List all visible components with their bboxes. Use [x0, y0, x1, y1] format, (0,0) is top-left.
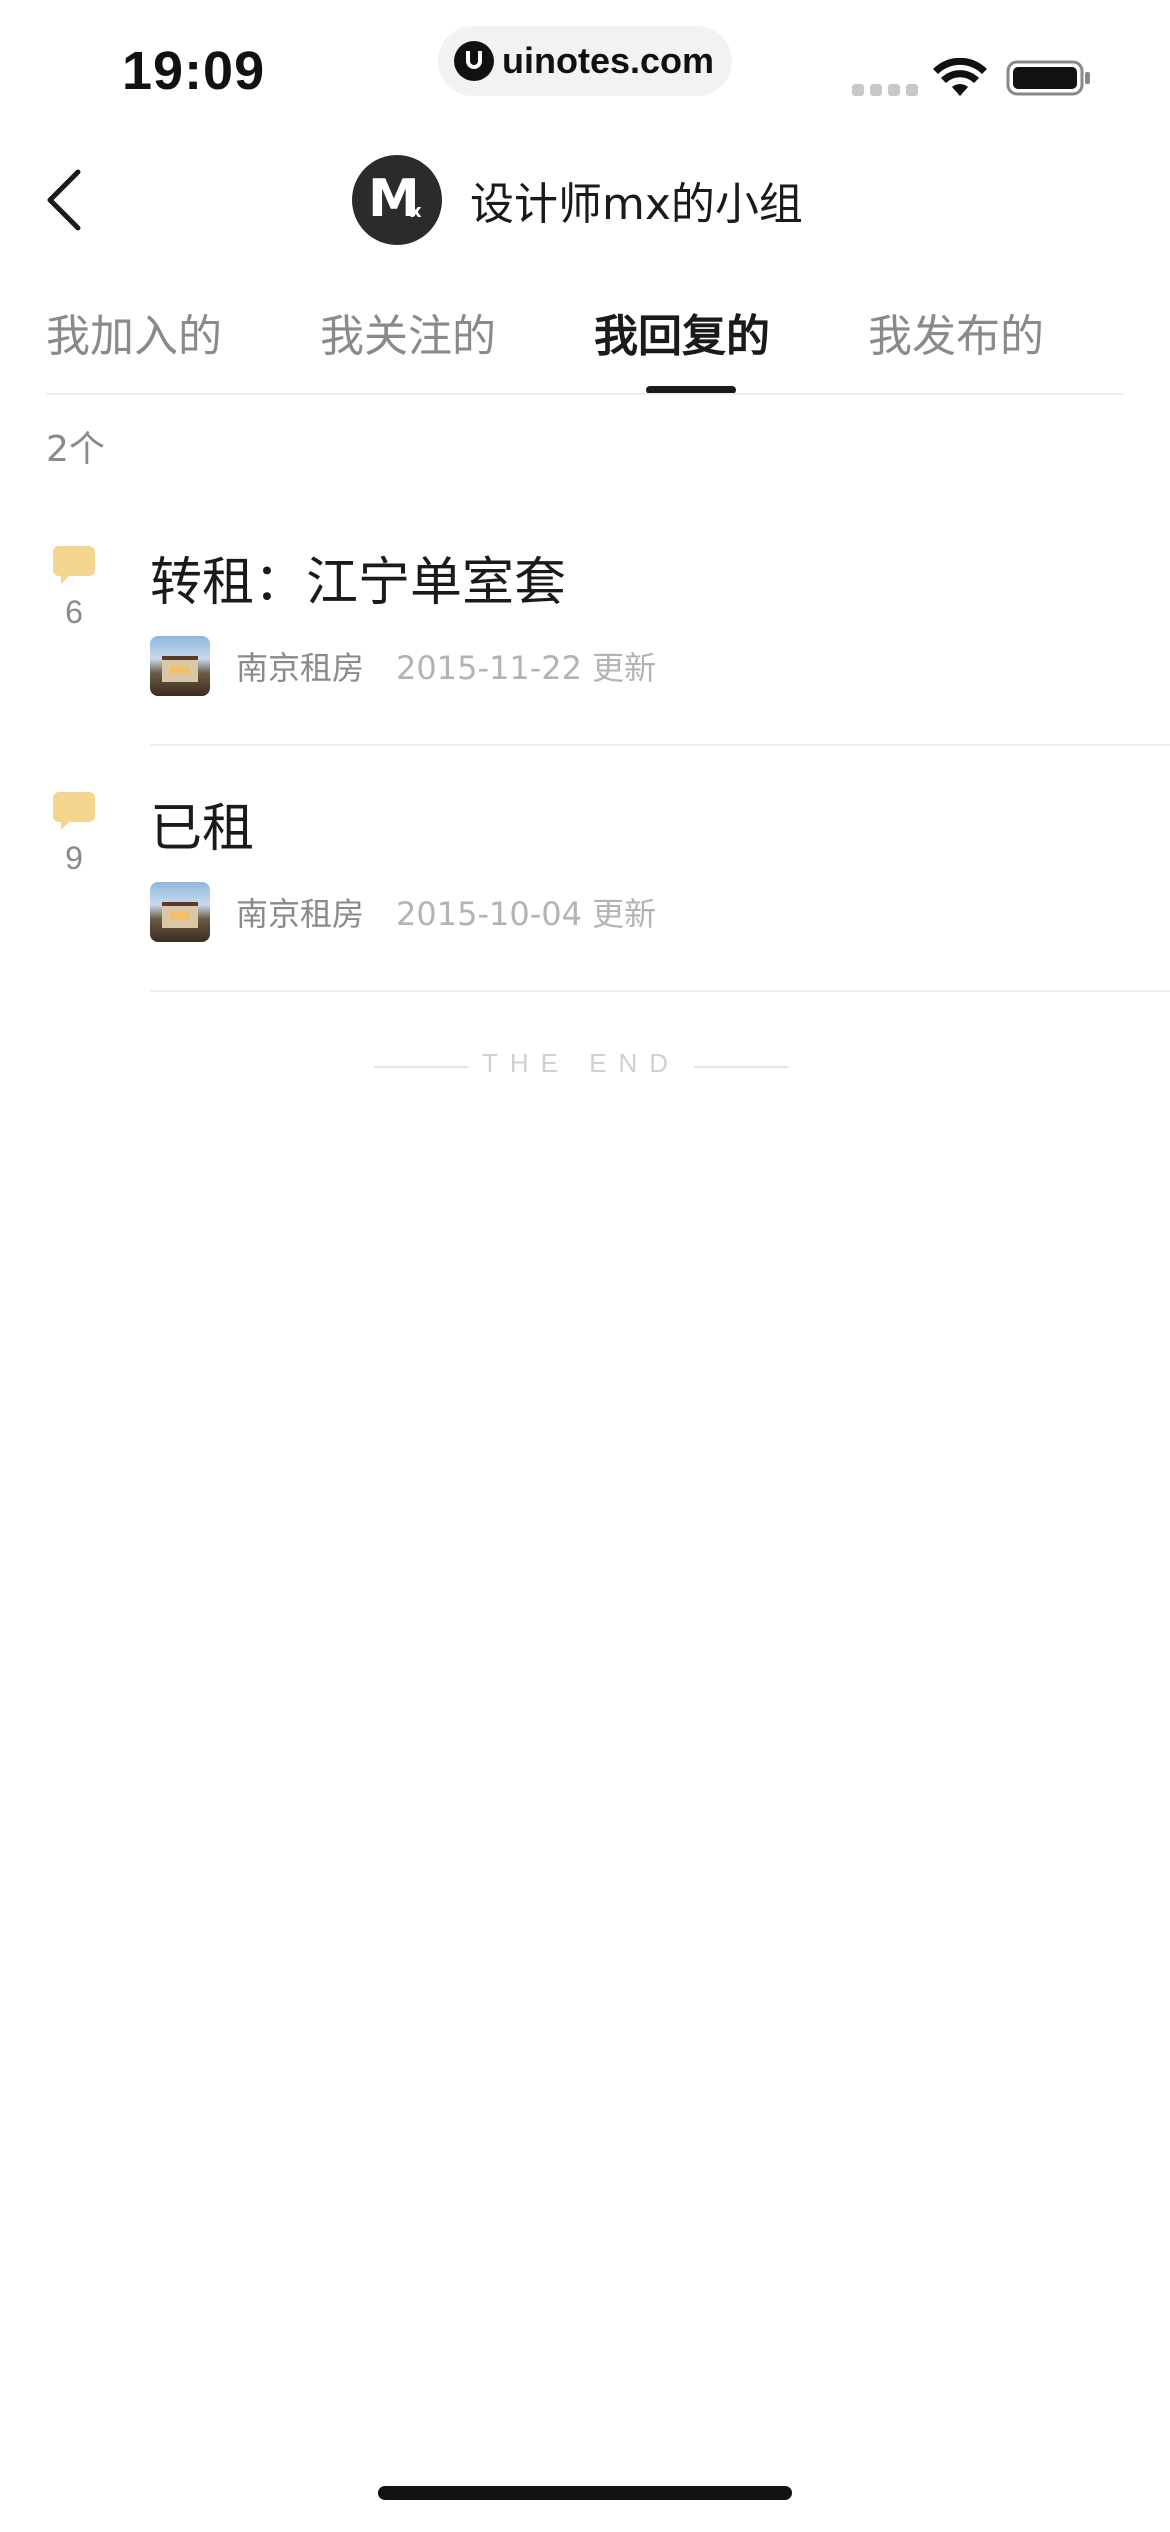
- topic-meta: 南京租房 2015-10-04 更新: [150, 882, 656, 942]
- comment-count: 9: [65, 840, 83, 876]
- comment-count: 6: [65, 594, 83, 630]
- battery-icon: [1006, 60, 1090, 96]
- url-pill[interactable]: uinotes.com: [438, 26, 732, 96]
- tab-replied[interactable]: 我回复的: [594, 300, 770, 364]
- end-line-right: [694, 1066, 788, 1068]
- divider: [150, 990, 1170, 992]
- end-marker: THE END: [374, 1046, 788, 1086]
- list-item[interactable]: 6 转租：江宁单室套 南京租房 2015-11-22 更新: [0, 500, 1170, 746]
- comment-count-group: 6: [46, 544, 102, 631]
- status-time: 19:09: [122, 41, 266, 101]
- topic-title[interactable]: 转租：江宁单室套: [150, 540, 566, 615]
- updated-date: 2015-10-04 更新: [396, 895, 657, 933]
- group-thumbnail[interactable]: [150, 636, 210, 696]
- wifi-icon: [933, 58, 987, 96]
- topic-list: 6 转租：江宁单室套 南京租房 2015-11-22 更新 9 已租 南京租房 …: [0, 500, 1170, 992]
- status-bar: 19:09 uinotes.com: [0, 0, 1170, 140]
- back-button[interactable]: [40, 164, 100, 236]
- page-title: 设计师mx的小组: [470, 179, 803, 230]
- group-name[interactable]: 南京租房: [236, 643, 364, 689]
- header: M x 设计师mx的小组: [0, 140, 1170, 260]
- url-text: uinotes.com: [502, 40, 715, 81]
- group-thumbnail[interactable]: [150, 882, 210, 942]
- site-logo-icon: [454, 41, 494, 81]
- signal-icon: [852, 84, 918, 96]
- home-indicator[interactable]: [378, 2486, 792, 2500]
- tab-bar: 我加入的 我关注的 我回复的 我发布的: [46, 286, 1124, 396]
- header-title-group: M x 设计师mx的小组: [352, 152, 803, 248]
- topic-meta: 南京租房 2015-11-22 更新: [150, 636, 656, 696]
- end-text: THE END: [481, 1048, 681, 1078]
- tab-following[interactable]: 我关注的: [320, 300, 496, 364]
- divider: [46, 393, 1124, 395]
- updated-date: 2015-11-22 更新: [396, 649, 657, 687]
- group-avatar: M x: [352, 155, 442, 245]
- speech-bubble-icon: [53, 546, 95, 584]
- group-name[interactable]: 南京租房: [236, 889, 364, 935]
- list-item[interactable]: 9 已租 南京租房 2015-10-04 更新: [0, 746, 1170, 992]
- topic-title[interactable]: 已租: [150, 786, 254, 861]
- tab-joined[interactable]: 我加入的: [46, 300, 222, 364]
- comment-count-group: 9: [46, 790, 102, 877]
- tab-published[interactable]: 我发布的: [868, 300, 1044, 364]
- result-count: 2个: [46, 429, 105, 470]
- avatar-sub: x: [410, 201, 422, 222]
- speech-bubble-icon: [53, 792, 95, 830]
